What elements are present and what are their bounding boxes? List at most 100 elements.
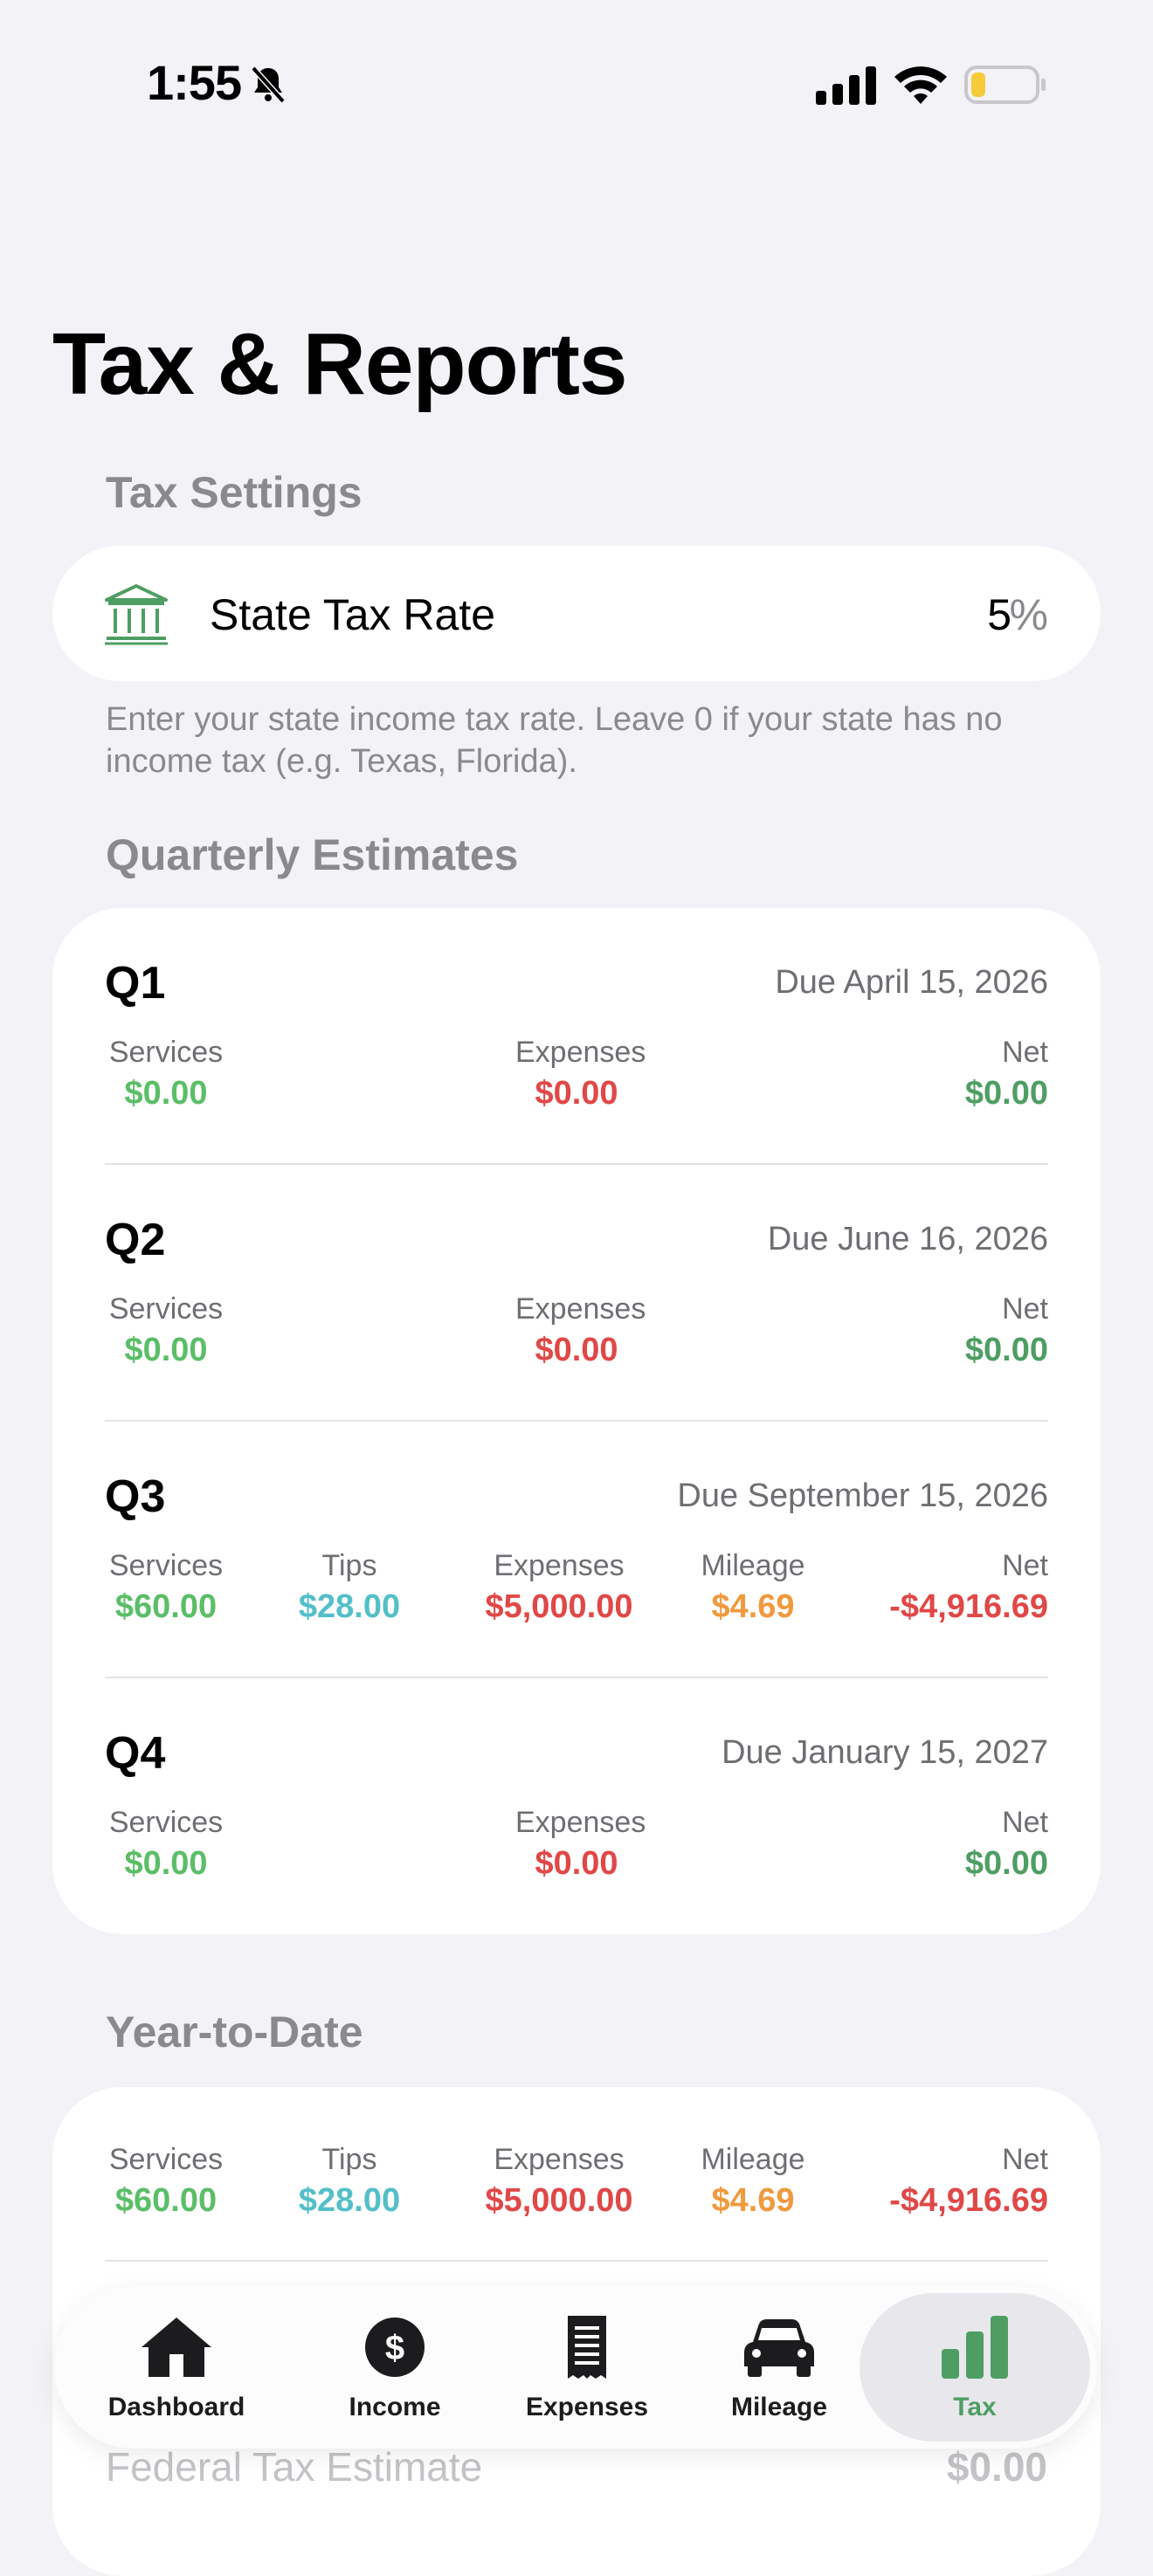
tab-label: Mileage: [730, 2393, 828, 2421]
expenses-value: $0.00: [535, 1075, 618, 1112]
quarter-name: Q4: [105, 1728, 166, 1779]
tab-label: Income: [349, 2393, 441, 2421]
quarter-name: Q1: [105, 958, 166, 1009]
net-label: Net: [1002, 1549, 1048, 1582]
expenses-metric: Expenses $0.00: [515, 1036, 646, 1112]
expenses-value: $5,000.00: [485, 2182, 633, 2219]
services-value: $60.00: [114, 2182, 217, 2219]
expenses-value: $5,000.00: [485, 1588, 633, 1625]
tab-label: Expenses: [525, 2393, 649, 2421]
net-value: $0.00: [964, 1075, 1048, 1112]
mileage-value: $4.69: [711, 1588, 795, 1625]
dollar-circle-icon: $: [365, 2318, 425, 2377]
services-metric: Services $60.00: [105, 2143, 227, 2220]
page-title: Tax & Reports: [52, 315, 628, 413]
services-metric: Services $60.00: [105, 1549, 227, 1626]
tab-income[interactable]: $ Income: [299, 2286, 491, 2449]
expenses-label: Expenses: [515, 1292, 646, 1326]
net-metric: Net $0.00: [965, 1036, 1048, 1112]
federal-tax-estimate-value: $0.00: [946, 2444, 1047, 2490]
status-bar: 1:55: [0, 0, 1153, 175]
expenses-label: Expenses: [515, 1036, 646, 1069]
quarter-row-q3: Q3 Due September 15, 2026 Services $60.0…: [105, 1422, 1048, 1678]
tab-label: Dashboard: [107, 2393, 245, 2421]
quarterly-estimates-header: Quarterly Estimates: [106, 830, 519, 879]
tab-dashboard[interactable]: Dashboard: [54, 2286, 299, 2449]
net-metric: Net -$4,916.69: [889, 1549, 1048, 1626]
battery-icon: [964, 65, 1046, 104]
tax-settings-header: Tax Settings: [106, 468, 362, 517]
services-value: $0.00: [124, 1845, 208, 1882]
quarter-name: Q2: [105, 1215, 166, 1265]
net-value: -$4,916.69: [889, 2182, 1048, 2219]
bar-chart-icon: [942, 2316, 1008, 2379]
tab-tax[interactable]: Tax: [860, 2286, 1090, 2449]
due-date: Due September 15, 2026: [677, 1477, 1048, 1514]
status-time: 1:55: [147, 55, 242, 110]
divider: [105, 2260, 1048, 2262]
state-tax-footnote: Enter your state income tax rate. Leave …: [106, 701, 1003, 780]
quarter-row-q2: Q2 Due June 16, 2026 Services $0.00 Expe…: [105, 1165, 1048, 1422]
services-value: $60.00: [114, 1588, 217, 1625]
quarter-row-q4: Q4 Due January 15, 2027 Services $0.00 E…: [105, 1678, 1048, 1935]
state-tax-rate-input[interactable]: 5: [987, 589, 1011, 640]
net-label: Net: [1002, 1036, 1048, 1069]
mileage-metric: Mileage $4.69: [692, 2143, 814, 2220]
percent-unit: %: [1009, 590, 1048, 639]
expenses-label: Expenses: [515, 1806, 646, 1839]
bell-slash-icon: [251, 65, 286, 104]
house-icon: [142, 2318, 211, 2377]
net-metric: Net -$4,916.69: [889, 2143, 1048, 2220]
state-tax-rate-label: State Tax Rate: [210, 590, 496, 639]
expenses-value: $0.00: [535, 1332, 618, 1368]
expenses-label: Expenses: [494, 2143, 625, 2176]
mileage-label: Mileage: [701, 2143, 805, 2176]
quarter-row-q1: Q1 Due April 15, 2026 Services $0.00 Exp…: [105, 908, 1048, 1165]
tips-metric: Tips $28.00: [288, 2143, 411, 2220]
services-label: Services: [108, 1806, 224, 1839]
net-value: $0.00: [964, 1845, 1048, 1882]
tips-label: Tips: [321, 1549, 377, 1582]
services-metric: Services $0.00: [105, 1292, 227, 1369]
expenses-metric: Expenses $5,000.00: [463, 2143, 655, 2220]
net-value: -$4,916.69: [889, 1588, 1048, 1625]
due-date: Due June 16, 2026: [767, 1221, 1048, 1257]
tips-metric: Tips $28.00: [288, 1549, 411, 1626]
due-date: Due April 15, 2026: [775, 964, 1048, 1001]
car-icon: [744, 2319, 814, 2377]
services-label: Services: [108, 1036, 224, 1069]
expenses-metric: Expenses $0.00: [515, 1806, 646, 1883]
expenses-value: $0.00: [535, 1845, 618, 1882]
expenses-metric: Expenses $5,000.00: [463, 1549, 655, 1626]
net-value: $0.00: [964, 1332, 1048, 1368]
mileage-label: Mileage: [701, 1549, 805, 1582]
tab-expenses[interactable]: Expenses: [491, 2286, 683, 2449]
services-metric: Services $0.00: [105, 1806, 227, 1883]
net-label: Net: [1002, 1806, 1048, 1839]
ytd-row: Services $60.00 Tips $28.00 Expenses $5,…: [105, 2015, 1048, 2272]
cellular-signal-icon: [816, 66, 876, 105]
tips-label: Tips: [321, 2143, 377, 2176]
receipt-icon: [568, 2316, 606, 2379]
net-metric: Net $0.00: [965, 1806, 1048, 1883]
tab-mileage[interactable]: Mileage: [683, 2286, 875, 2449]
quarter-name: Q3: [105, 1471, 166, 1522]
net-label: Net: [1002, 2143, 1048, 2176]
svg-text:$: $: [385, 2329, 404, 2367]
services-metric: Services $0.00: [105, 1036, 227, 1112]
state-tax-rate-row[interactable]: State Tax Rate 5 %: [52, 546, 1101, 681]
expenses-metric: Expenses $0.00: [515, 1292, 646, 1369]
services-label: Services: [108, 1292, 224, 1326]
tips-value: $28.00: [298, 2182, 401, 2219]
net-label: Net: [1002, 1292, 1048, 1326]
services-value: $0.00: [124, 1332, 208, 1368]
tab-bar: Dashboard $ Income Expenses Mileage Tax: [54, 2286, 1097, 2449]
tips-value: $28.00: [298, 1588, 401, 1625]
expenses-label: Expenses: [494, 1549, 625, 1582]
federal-tax-estimate-label: Federal Tax Estimate: [106, 2444, 483, 2490]
tab-label: Tax: [953, 2393, 997, 2421]
wifi-icon: [894, 66, 947, 104]
services-label: Services: [108, 1549, 224, 1582]
services-label: Services: [108, 2143, 224, 2176]
net-metric: Net $0.00: [965, 1292, 1048, 1369]
